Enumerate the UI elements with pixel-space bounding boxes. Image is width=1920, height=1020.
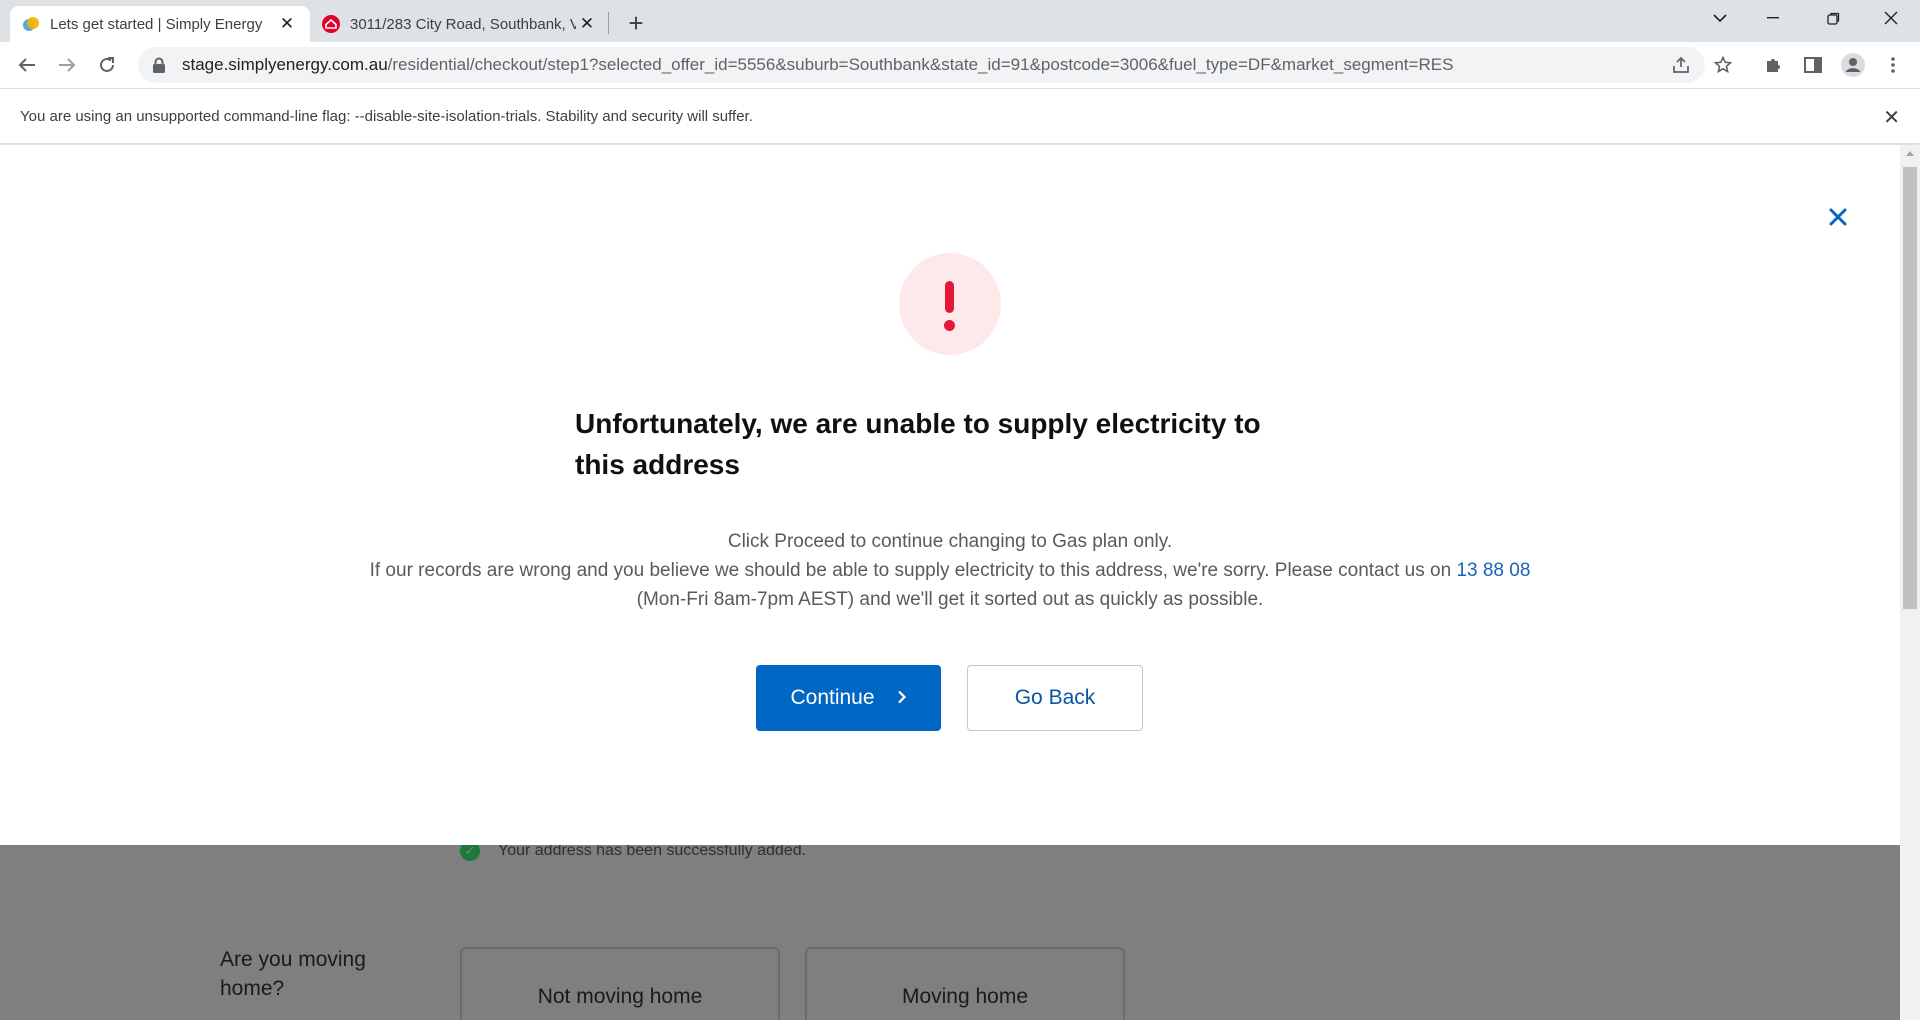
- forward-arrow-icon[interactable]: [52, 50, 82, 80]
- page-viewport: ✓ Your address has been successfully add…: [0, 145, 1900, 1020]
- minimize-icon[interactable]: [1750, 0, 1796, 36]
- close-window-icon[interactable]: [1868, 0, 1914, 36]
- alert-exclamation-icon: [899, 253, 1001, 355]
- tab-search-icon[interactable]: [1697, 0, 1743, 36]
- reload-icon[interactable]: [92, 50, 122, 80]
- tab-simply-energy[interactable]: Lets get started | Simply Energy ✕: [10, 6, 310, 42]
- profile-avatar-icon[interactable]: [1838, 50, 1868, 80]
- bookmark-star-icon[interactable]: [1708, 50, 1738, 80]
- option-label: Not moving home: [537, 985, 703, 1008]
- url-path: /residential/checkout/step1?selected_off…: [387, 55, 1454, 74]
- tab-title: Lets get started | Simply Energy: [50, 15, 263, 33]
- tab-separator: [608, 12, 609, 34]
- go-back-label: Go Back: [1014, 686, 1096, 709]
- infobar-close-icon[interactable]: ✕: [1883, 105, 1900, 130]
- tab-title: 3011/283 City Road, Southbank, VIC: [350, 15, 576, 33]
- warning-infobar: You are using an unsupported command-lin…: [0, 88, 1920, 144]
- infobar-message: You are using an unsupported command-lin…: [20, 107, 753, 125]
- option-label: Moving home: [901, 985, 1029, 1008]
- go-back-button[interactable]: Go Back: [967, 665, 1143, 731]
- page-scrollbar[interactable]: [1900, 145, 1920, 1020]
- extensions-puzzle-icon[interactable]: [1758, 50, 1788, 80]
- tab-close-icon[interactable]: ✕: [576, 13, 598, 35]
- address-bar[interactable]: stage.simplyenergy.com.au/residential/ch…: [138, 47, 1705, 83]
- side-panel-icon[interactable]: [1798, 50, 1828, 80]
- modal-message-line2: If our records are wrong and you believe…: [360, 556, 1540, 614]
- tab-close-icon[interactable]: ✕: [276, 13, 298, 35]
- continue-label: Continue: [790, 686, 875, 709]
- moving-home-question: Are you moving home?: [220, 948, 366, 1000]
- url-host: stage.simplyenergy.com.au: [182, 55, 388, 74]
- back-arrow-icon[interactable]: [12, 50, 42, 80]
- not-moving-home-option[interactable]: Not moving home: [460, 947, 780, 1020]
- lock-icon: [152, 57, 166, 73]
- simply-energy-favicon-icon: [22, 15, 40, 33]
- message-text: (Mon-Fri 8am-7pm AEST) and we'll get it …: [636, 589, 1264, 610]
- share-icon[interactable]: [1666, 50, 1696, 80]
- restore-icon[interactable]: [1810, 0, 1856, 36]
- continue-button[interactable]: Continue: [756, 665, 941, 731]
- scrollbar-thumb[interactable]: [1903, 167, 1917, 609]
- modal-close-icon[interactable]: [1823, 202, 1853, 232]
- tab-strip: Lets get started | Simply Energy ✕ 3011/…: [0, 0, 1920, 42]
- new-tab-button[interactable]: +: [622, 8, 650, 38]
- chevron-right-icon: [897, 686, 907, 710]
- unable-to-supply-modal: Unfortunately, we are unable to supply e…: [0, 145, 1900, 845]
- browser-toolbar: stage.simplyenergy.com.au/residential/ch…: [0, 42, 1920, 88]
- tab-address[interactable]: 3011/283 City Road, Southbank, VIC ✕: [310, 6, 610, 42]
- realestate-favicon-icon: [322, 15, 340, 33]
- modal-message: Click Proceed to continue changing to Ga…: [360, 527, 1540, 614]
- message-text: If our records are wrong and you believe…: [369, 560, 1457, 581]
- modal-title: Unfortunately, we are unable to supply e…: [575, 408, 1261, 480]
- modal-message-line1: Click Proceed to continue changing to Ga…: [727, 531, 1173, 552]
- phone-number-link[interactable]: 13 88 08: [1456, 560, 1530, 581]
- scroll-up-arrow-icon[interactable]: [1906, 151, 1914, 156]
- moving-home-option[interactable]: Moving home: [805, 947, 1125, 1020]
- chrome-menu-icon[interactable]: [1878, 50, 1908, 80]
